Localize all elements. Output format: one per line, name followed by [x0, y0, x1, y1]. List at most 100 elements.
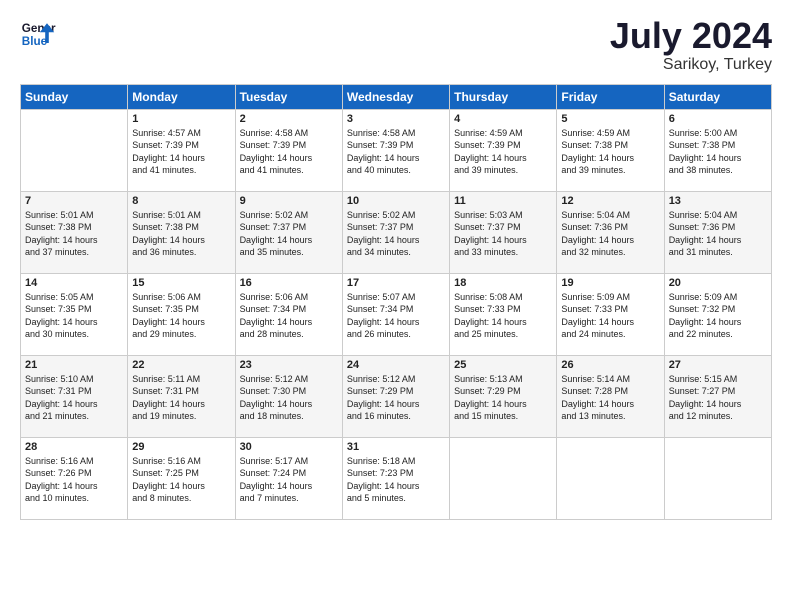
- cell-content: Sunrise: 4:58 AM Sunset: 7:39 PM Dayligh…: [347, 127, 445, 177]
- calendar-cell: [21, 109, 128, 191]
- day-number: 19: [561, 277, 659, 289]
- calendar-cell: [557, 437, 664, 519]
- day-number: 27: [669, 359, 767, 371]
- weekday-header: Sunday: [21, 84, 128, 109]
- day-number: 16: [240, 277, 338, 289]
- cell-content: Sunrise: 4:58 AM Sunset: 7:39 PM Dayligh…: [240, 127, 338, 177]
- cell-content: Sunrise: 5:04 AM Sunset: 7:36 PM Dayligh…: [561, 209, 659, 259]
- day-number: 3: [347, 113, 445, 125]
- day-number: 30: [240, 441, 338, 453]
- weekday-header: Saturday: [664, 84, 771, 109]
- calendar-cell: 24Sunrise: 5:12 AM Sunset: 7:29 PM Dayli…: [342, 355, 449, 437]
- cell-content: Sunrise: 5:16 AM Sunset: 7:25 PM Dayligh…: [132, 455, 230, 505]
- day-number: 7: [25, 195, 123, 207]
- day-number: 31: [347, 441, 445, 453]
- day-number: 14: [25, 277, 123, 289]
- cell-content: Sunrise: 5:04 AM Sunset: 7:36 PM Dayligh…: [669, 209, 767, 259]
- cell-content: Sunrise: 5:01 AM Sunset: 7:38 PM Dayligh…: [132, 209, 230, 259]
- calendar-cell: 11 Sunrise: 5:03 AM Sunset: 7:37 PM Dayli…: [450, 191, 557, 273]
- cell-content: Sunrise: 5:13 AM Sunset: 7:29 PM Dayligh…: [454, 373, 552, 423]
- calendar-cell: 17 Sunrise: 5:07 AM Sunset: 7:34 PM Dayli…: [342, 273, 449, 355]
- calendar-cell: [664, 437, 771, 519]
- calendar-cell: 12 Sunrise: 5:04 AM Sunset: 7:36 PM Dayli…: [557, 191, 664, 273]
- day-number: 26: [561, 359, 659, 371]
- cell-content: Sunrise: 5:17 AM Sunset: 7:24 PM Dayligh…: [240, 455, 338, 505]
- cell-content: Sunrise: 5:02 AM Sunset: 7:37 PM Dayligh…: [347, 209, 445, 259]
- day-number: 12: [561, 195, 659, 207]
- day-number: 6: [669, 113, 767, 125]
- calendar-cell: 1 Sunrise: 4:57 AM Sunset: 7:39 PM Daylig…: [128, 109, 235, 191]
- cell-content: Sunrise: 5:10 AM Sunset: 7:31 PM Dayligh…: [25, 373, 123, 423]
- calendar-cell: 28Sunrise: 5:16 AM Sunset: 7:26 PM Dayli…: [21, 437, 128, 519]
- weekday-header: Wednesday: [342, 84, 449, 109]
- calendar-cell: 10 Sunrise: 5:02 AM Sunset: 7:37 PM Dayli…: [342, 191, 449, 273]
- calendar-cell: 16Sunrise: 5:06 AM Sunset: 7:34 PM Dayli…: [235, 273, 342, 355]
- calendar-cell: 13 Sunrise: 5:04 AM Sunset: 7:36 PM Dayli…: [664, 191, 771, 273]
- day-number: 13: [669, 195, 767, 207]
- cell-content: Sunrise: 4:57 AM Sunset: 7:39 PM Dayligh…: [132, 127, 230, 177]
- calendar-cell: 14 Sunrise: 5:05 AM Sunset: 7:35 PM Dayli…: [21, 273, 128, 355]
- day-number: 5: [561, 113, 659, 125]
- calendar-cell: 22Sunrise: 5:11 AM Sunset: 7:31 PM Dayli…: [128, 355, 235, 437]
- day-number: 21: [25, 359, 123, 371]
- day-number: 11: [454, 195, 552, 207]
- cell-content: Sunrise: 4:59 AM Sunset: 7:39 PM Dayligh…: [454, 127, 552, 177]
- day-number: 15: [132, 277, 230, 289]
- calendar-cell: 21 Sunrise: 5:10 AM Sunset: 7:31 PM Dayli…: [21, 355, 128, 437]
- location-title: Sarikoy, Turkey: [610, 56, 772, 74]
- calendar-cell: 15 Sunrise: 5:06 AM Sunset: 7:35 PM Dayli…: [128, 273, 235, 355]
- header-row: SundayMondayTuesdayWednesdayThursdayFrid…: [21, 84, 772, 109]
- calendar-cell: [450, 437, 557, 519]
- calendar-week-row: 1 Sunrise: 4:57 AM Sunset: 7:39 PM Daylig…: [21, 109, 772, 191]
- day-number: 8: [132, 195, 230, 207]
- cell-content: Sunrise: 5:15 AM Sunset: 7:27 PM Dayligh…: [669, 373, 767, 423]
- calendar-cell: 5Sunrise: 4:59 AM Sunset: 7:38 PM Daylig…: [557, 109, 664, 191]
- cell-content: Sunrise: 5:12 AM Sunset: 7:30 PM Dayligh…: [240, 373, 338, 423]
- calendar-cell: 30 Sunrise: 5:17 AM Sunset: 7:24 PM Dayli…: [235, 437, 342, 519]
- day-number: 20: [669, 277, 767, 289]
- calendar-cell: 8 Sunrise: 5:01 AM Sunset: 7:38 PM Daylig…: [128, 191, 235, 273]
- cell-content: Sunrise: 5:08 AM Sunset: 7:33 PM Dayligh…: [454, 291, 552, 341]
- cell-content: Sunrise: 5:05 AM Sunset: 7:35 PM Dayligh…: [25, 291, 123, 341]
- cell-content: Sunrise: 5:03 AM Sunset: 7:37 PM Dayligh…: [454, 209, 552, 259]
- cell-content: Sunrise: 5:16 AM Sunset: 7:26 PM Dayligh…: [25, 455, 123, 505]
- cell-content: Sunrise: 5:00 AM Sunset: 7:38 PM Dayligh…: [669, 127, 767, 177]
- calendar-week-row: 28Sunrise: 5:16 AM Sunset: 7:26 PM Dayli…: [21, 437, 772, 519]
- calendar-cell: 18Sunrise: 5:08 AM Sunset: 7:33 PM Dayli…: [450, 273, 557, 355]
- calendar-cell: 4Sunrise: 4:59 AM Sunset: 7:39 PM Daylig…: [450, 109, 557, 191]
- calendar-table: SundayMondayTuesdayWednesdayThursdayFrid…: [20, 84, 772, 520]
- calendar-cell: 29Sunrise: 5:16 AM Sunset: 7:25 PM Dayli…: [128, 437, 235, 519]
- day-number: 9: [240, 195, 338, 207]
- weekday-header: Tuesday: [235, 84, 342, 109]
- svg-text:Blue: Blue: [22, 35, 48, 48]
- logo: General Blue: [20, 16, 56, 52]
- calendar-cell: 26 Sunrise: 5:14 AM Sunset: 7:28 PM Dayli…: [557, 355, 664, 437]
- day-number: 10: [347, 195, 445, 207]
- calendar-cell: 19 Sunrise: 5:09 AM Sunset: 7:33 PM Dayli…: [557, 273, 664, 355]
- calendar-week-row: 14 Sunrise: 5:05 AM Sunset: 7:35 PM Dayli…: [21, 273, 772, 355]
- cell-content: Sunrise: 5:06 AM Sunset: 7:35 PM Dayligh…: [132, 291, 230, 341]
- cell-content: Sunrise: 5:09 AM Sunset: 7:32 PM Dayligh…: [669, 291, 767, 341]
- logo-icon: General Blue: [20, 16, 56, 52]
- calendar-cell: 25 Sunrise: 5:13 AM Sunset: 7:29 PM Dayli…: [450, 355, 557, 437]
- calendar-cell: 2 Sunrise: 4:58 AM Sunset: 7:39 PM Daylig…: [235, 109, 342, 191]
- day-number: 25: [454, 359, 552, 371]
- header: General Blue July 2024 Sarikoy, Turkey: [20, 16, 772, 74]
- weekday-header: Thursday: [450, 84, 557, 109]
- weekday-header: Monday: [128, 84, 235, 109]
- day-number: 1: [132, 113, 230, 125]
- month-title: July 2024: [610, 16, 772, 56]
- cell-content: Sunrise: 5:07 AM Sunset: 7:34 PM Dayligh…: [347, 291, 445, 341]
- calendar-week-row: 7 Sunrise: 5:01 AM Sunset: 7:38 PM Daylig…: [21, 191, 772, 273]
- calendar-cell: 31Sunrise: 5:18 AM Sunset: 7:23 PM Dayli…: [342, 437, 449, 519]
- calendar-cell: 27 Sunrise: 5:15 AM Sunset: 7:27 PM Dayli…: [664, 355, 771, 437]
- day-number: 23: [240, 359, 338, 371]
- day-number: 2: [240, 113, 338, 125]
- cell-content: Sunrise: 5:09 AM Sunset: 7:33 PM Dayligh…: [561, 291, 659, 341]
- calendar-cell: 6 Sunrise: 5:00 AM Sunset: 7:38 PM Daylig…: [664, 109, 771, 191]
- cell-content: Sunrise: 5:14 AM Sunset: 7:28 PM Dayligh…: [561, 373, 659, 423]
- calendar-cell: 9Sunrise: 5:02 AM Sunset: 7:37 PM Daylig…: [235, 191, 342, 273]
- weekday-header: Friday: [557, 84, 664, 109]
- calendar-week-row: 21 Sunrise: 5:10 AM Sunset: 7:31 PM Dayli…: [21, 355, 772, 437]
- day-number: 17: [347, 277, 445, 289]
